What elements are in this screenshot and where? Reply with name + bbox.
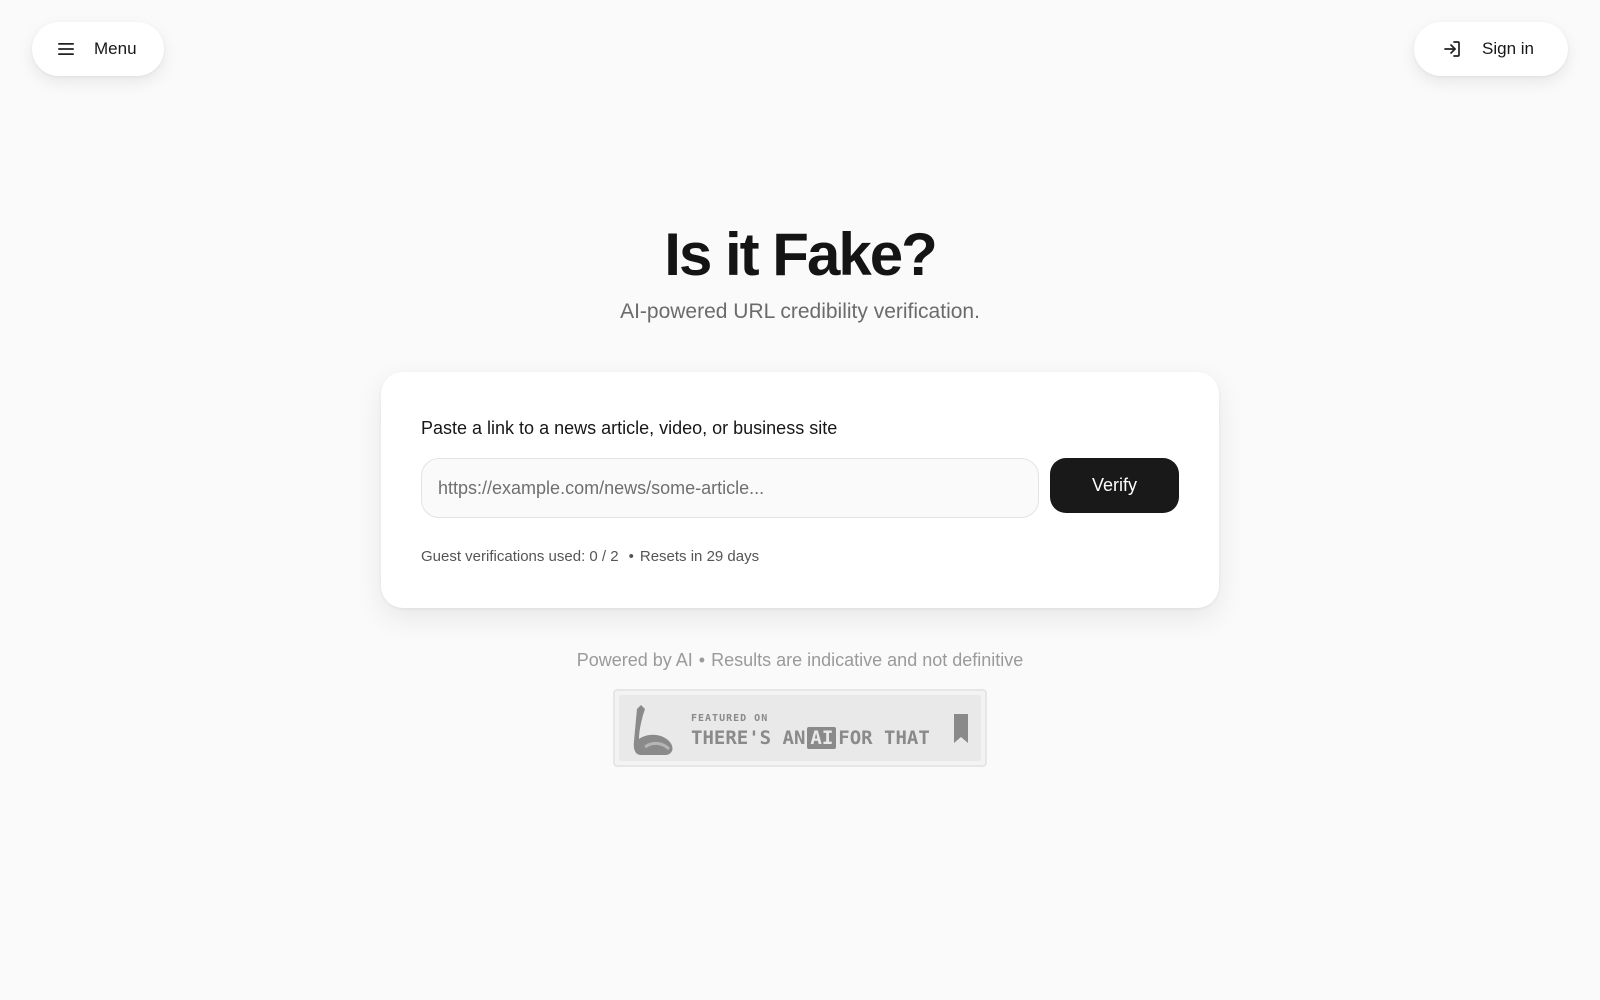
- usage-count-text: Guest verifications used: 0 / 2: [421, 548, 619, 565]
- featured-badge-link[interactable]: FEATURED ON THERE'S AN AI FOR THAT: [613, 689, 987, 767]
- verify-button[interactable]: Verify: [1050, 458, 1179, 513]
- badge-title-part2: FOR THAT: [838, 727, 930, 749]
- url-prompt-label: Paste a link to a news article, video, o…: [421, 418, 838, 438]
- badge-title-part1: THERE'S AN: [691, 727, 806, 749]
- page-subtitle: AI-powered URL credibility verification.: [620, 300, 980, 323]
- url-input[interactable]: [421, 458, 1039, 518]
- powered-by-text: Powered by AI: [576, 650, 693, 670]
- arm-flex-icon: [627, 703, 679, 764]
- hero-section: Is it Fake? AI-powered URL credibility v…: [0, 222, 1600, 324]
- verify-card: Paste a link to a news article, video, o…: [381, 372, 1219, 608]
- sign-in-arrow-icon: [1442, 39, 1462, 59]
- footer-separator: •: [698, 650, 706, 670]
- hamburger-icon: [56, 39, 76, 59]
- page-title: Is it Fake?: [664, 221, 937, 288]
- disclaimer-text: Results are indicative and not definitiv…: [711, 650, 1024, 670]
- badge-featured-on: FEATURED ON: [691, 713, 769, 724]
- footer-note: Powered by AI • Results are indicative and…: [0, 650, 1600, 671]
- usage-separator: •: [628, 548, 634, 565]
- usage-status: Guest verifications used: 0 / 2 • Resets i…: [421, 548, 759, 565]
- menu-button[interactable]: Menu: [32, 22, 164, 76]
- bookmark-icon: [953, 713, 969, 750]
- badge-title: THERE'S AN AI FOR THAT: [691, 727, 930, 749]
- sign-in-button[interactable]: Sign in: [1414, 22, 1568, 76]
- menu-label: Menu: [94, 39, 137, 58]
- featured-badge: FEATURED ON THERE'S AN AI FOR THAT: [619, 695, 981, 761]
- badge-title-ai: AI: [807, 727, 837, 749]
- sign-in-label: Sign in: [1482, 39, 1534, 58]
- reset-text: Resets in 29 days: [639, 548, 760, 565]
